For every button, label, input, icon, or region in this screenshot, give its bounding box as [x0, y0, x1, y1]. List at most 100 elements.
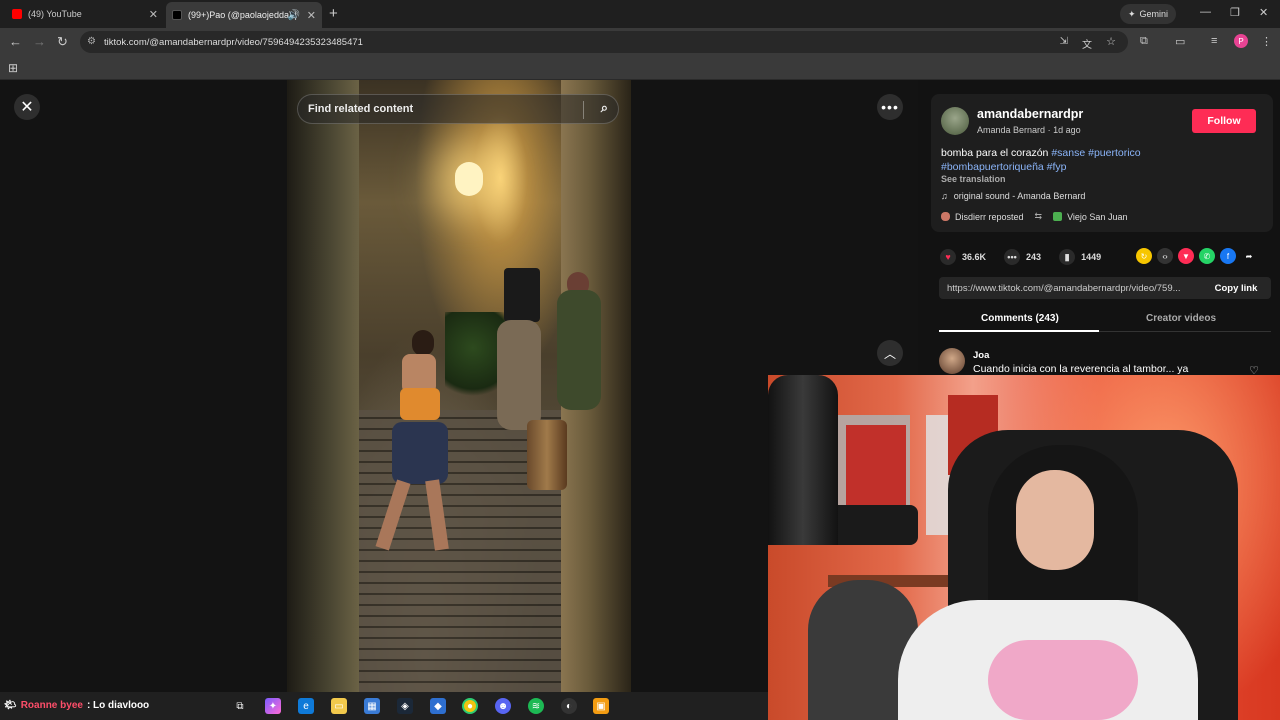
- reposted-by[interactable]: Disdierr reposted: [955, 212, 1024, 222]
- streamer-webcam: [768, 375, 1280, 720]
- menu-icon[interactable]: ⋮: [1261, 35, 1272, 48]
- save-count: 1449: [1081, 252, 1102, 262]
- microphone: [768, 375, 838, 545]
- copilot-icon[interactable]: ✦: [265, 698, 281, 714]
- gemini-button[interactable]: ✦ Gemini: [1120, 4, 1176, 24]
- more-options-button[interactable]: •••: [877, 94, 903, 120]
- whatsapp-icon[interactable]: ✆: [1199, 248, 1215, 264]
- tab-title: (49) YouTube: [28, 9, 82, 19]
- back-icon[interactable]: ←: [9, 34, 22, 49]
- facebook-icon[interactable]: f: [1220, 248, 1236, 264]
- like-button[interactable]: ♥ 36.6K: [940, 249, 986, 265]
- follow-button[interactable]: Follow: [1192, 109, 1256, 133]
- comment-author[interactable]: Joa: [973, 350, 989, 361]
- close-tab-icon[interactable]: ✕: [149, 8, 158, 21]
- chat-username: Roanne byee: [20, 700, 83, 711]
- tab-tiktok[interactable]: (99+)Pao (@paolaojedda) | 🔊 ✕: [166, 2, 322, 28]
- site-settings-icon[interactable]: ⚙: [87, 36, 96, 47]
- spotify-icon[interactable]: ≋: [528, 698, 544, 714]
- media-control-icon[interactable]: ≡: [1211, 35, 1217, 47]
- previous-video-button[interactable]: ︿: [877, 340, 903, 366]
- apps-grid-icon[interactable]: ⊞: [8, 61, 18, 75]
- left-wall: [287, 80, 359, 692]
- app-icon-2[interactable]: ▣: [593, 698, 609, 714]
- send-icon[interactable]: ▼: [1178, 248, 1194, 264]
- sparkle-icon: ✦: [1127, 8, 1136, 19]
- sound-name: original sound - Amanda Bernard: [953, 191, 1086, 201]
- maximize-icon[interactable]: ❐: [1230, 6, 1240, 19]
- edge-icon[interactable]: e: [298, 698, 314, 714]
- close-tab-icon[interactable]: ✕: [307, 9, 316, 22]
- translate-icon[interactable]: 文: [1082, 36, 1092, 51]
- see-translation-link[interactable]: See translation: [941, 174, 1006, 184]
- username-link[interactable]: amandabernardpr: [977, 107, 1083, 121]
- share-link-text: https://www.tiktok.com/@amandabernardpr/…: [947, 282, 1181, 294]
- install-app-icon[interactable]: ⇲: [1060, 36, 1068, 47]
- display-name: Amanda Bernard: [977, 125, 1046, 135]
- post-time: 1d ago: [1053, 125, 1081, 135]
- forward-icon[interactable]: →: [33, 34, 46, 49]
- search-icon[interactable]: ⌕: [601, 100, 608, 116]
- share-link-field[interactable]: https://www.tiktok.com/@amandabernardpr/…: [939, 277, 1271, 299]
- sound-link[interactable]: ♫ original sound - Amanda Bernard: [941, 191, 1085, 201]
- repost-info: Disdierr reposted ⇆ Viejo San Juan: [941, 211, 1127, 222]
- share-options: ↻ ‹› ▼ ✆ f ➦: [1136, 248, 1257, 264]
- address-bar-row: ← → ↻ ⚙ tiktok.com/@amandabernardpr/vide…: [0, 28, 1280, 56]
- tab-creator-videos[interactable]: Creator videos: [1146, 313, 1216, 324]
- post-info-card: amandabernardpr Amanda Bernard · 1d ago …: [931, 94, 1273, 232]
- hashtag-links[interactable]: #sanse #puertorico: [1051, 147, 1140, 159]
- tiktok-icon: [172, 10, 182, 20]
- browser-tab-strip: (49) YouTube ✕ (99+)Pao (@paolaojedda) |…: [0, 0, 1280, 28]
- store-icon[interactable]: ▦: [364, 698, 380, 714]
- audio-playing-icon[interactable]: 🔊: [288, 10, 300, 21]
- chrome-icon[interactable]: ●: [462, 698, 478, 714]
- copy-link-button[interactable]: Copy link: [1201, 277, 1271, 299]
- share-arrow-icon[interactable]: ➦: [1241, 248, 1257, 264]
- comment-icon: •••: [1004, 249, 1021, 265]
- comments-tabs: Comments (243) Creator videos: [939, 308, 1271, 332]
- profile-avatar[interactable]: P: [1234, 34, 1248, 48]
- close-window-icon[interactable]: ✕: [1259, 6, 1268, 19]
- url-field[interactable]: ⚙ tiktok.com/@amandabernardpr/video/7596…: [80, 31, 1128, 53]
- bookmark-bar: ⊞: [0, 56, 1280, 80]
- related-search-input[interactable]: Find related content ⌕: [297, 94, 619, 124]
- tab-search-icon[interactable]: ▭: [1175, 35, 1185, 48]
- location-pin-icon: [1053, 212, 1063, 221]
- tab-comments[interactable]: Comments (243): [981, 313, 1059, 324]
- obs-icon[interactable]: ◐: [561, 698, 577, 714]
- comment-text: Cuando inicia con la reverencia al tambo…: [973, 363, 1189, 375]
- weather-icon: 🌤: [4, 700, 17, 711]
- video-player[interactable]: Find related content ⌕: [287, 80, 631, 692]
- post-caption: bomba para el corazón #sanse #puertorico…: [941, 146, 1261, 174]
- save-button[interactable]: ▮ 1449: [1059, 249, 1101, 265]
- file-explorer-icon[interactable]: ▭: [331, 698, 347, 714]
- street-lamp: [455, 162, 483, 196]
- streamer: [1016, 470, 1094, 570]
- url-text: tiktok.com/@amandabernardpr/video/759649…: [104, 36, 363, 48]
- discord-icon[interactable]: ☻: [495, 698, 511, 714]
- repost-share-icon[interactable]: ↻: [1136, 248, 1152, 264]
- author-subline: Amanda Bernard · 1d ago: [977, 125, 1081, 135]
- task-view-icon[interactable]: ⧉: [232, 698, 248, 714]
- avatar[interactable]: [941, 107, 969, 135]
- close-video-button[interactable]: ✕: [14, 94, 40, 120]
- bookmark-star-icon[interactable]: ☆: [1106, 35, 1116, 48]
- extensions-icon[interactable]: ⧉: [1140, 35, 1148, 48]
- app-icon[interactable]: ◆: [430, 698, 446, 714]
- caption-text: bomba para el corazón: [941, 147, 1052, 159]
- hashtag-links[interactable]: #bombapuertoriqueña #fyp: [941, 161, 1067, 173]
- repost-icon: ⇆: [1034, 211, 1043, 221]
- minimize-icon[interactable]: —: [1200, 6, 1211, 18]
- new-tab-icon[interactable]: +: [329, 5, 338, 22]
- reposter-avatar: [941, 212, 950, 221]
- gemini-label: Gemini: [1139, 9, 1169, 19]
- dancer: [375, 330, 462, 570]
- embed-icon[interactable]: ‹›: [1157, 248, 1173, 264]
- location-link[interactable]: Viejo San Juan: [1067, 212, 1127, 222]
- comment-button[interactable]: ••• 243: [1004, 249, 1041, 265]
- steam-icon[interactable]: ◈: [397, 698, 413, 714]
- avatar[interactable]: [939, 348, 965, 374]
- tab-title: (99+)Pao (@paolaojedda) |: [188, 10, 297, 20]
- tab-youtube[interactable]: (49) YouTube ✕: [6, 4, 164, 24]
- reload-icon[interactable]: ↻: [57, 34, 68, 50]
